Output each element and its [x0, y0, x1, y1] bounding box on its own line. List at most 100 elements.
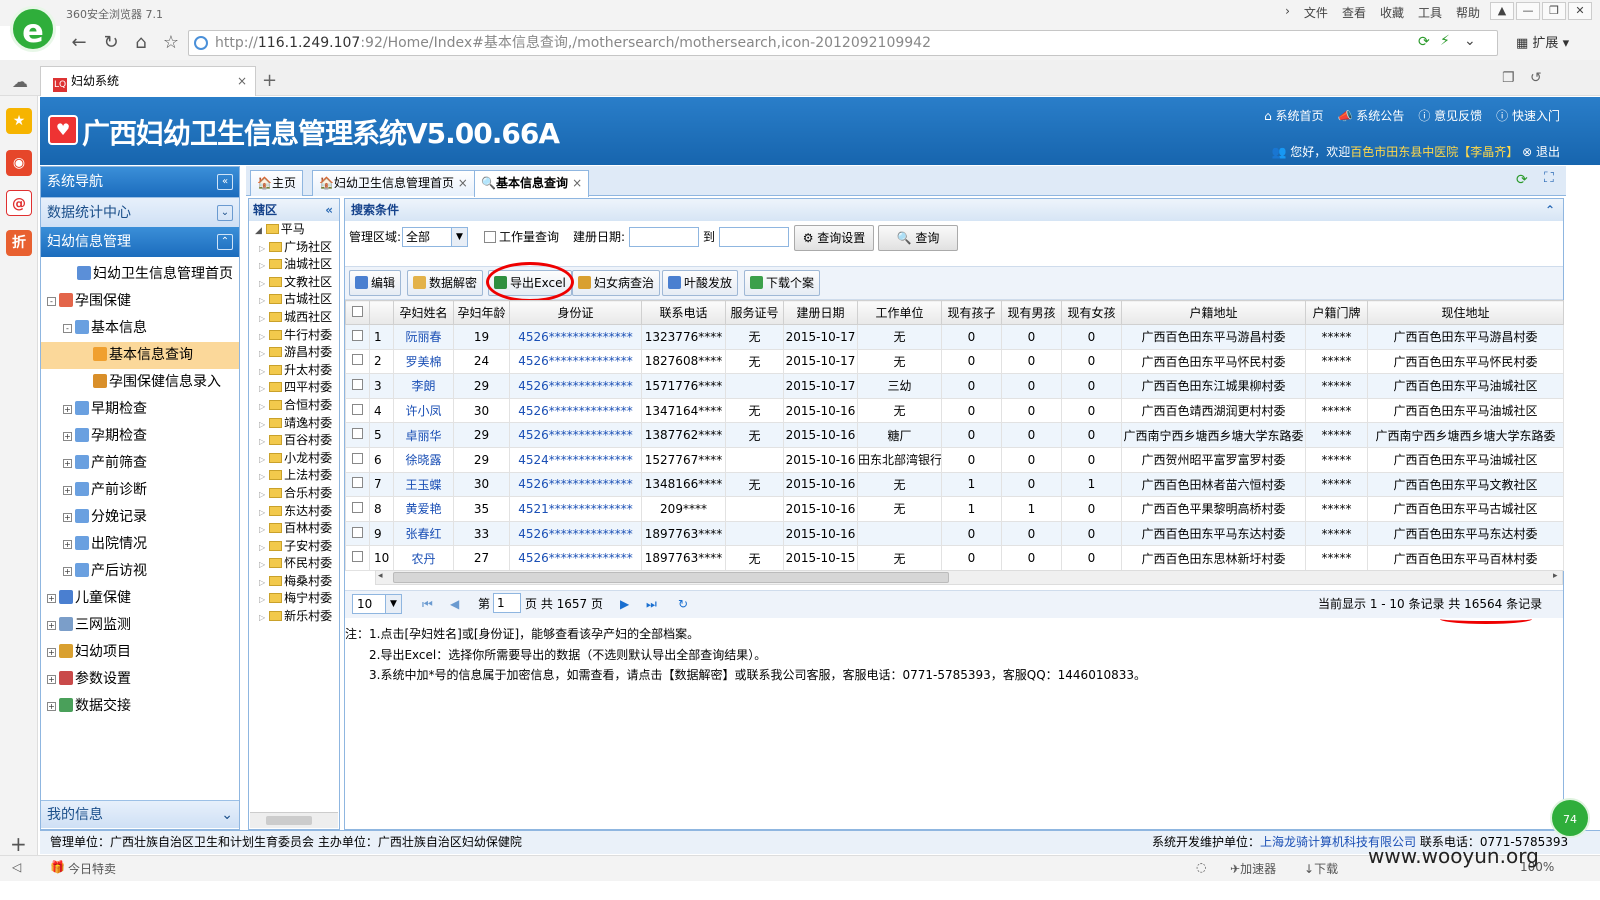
select-all-header[interactable]	[345, 300, 370, 325]
region-item[interactable]: ▷ 百谷村委	[249, 432, 339, 450]
region-item[interactable]: ▷ 文教社区	[249, 274, 339, 292]
scroll-right-icon[interactable]: ▸	[1553, 571, 1558, 581]
expand-icon[interactable]: ⌄	[217, 205, 233, 221]
link-feedback[interactable]: ⓘ 意见反馈	[1418, 107, 1482, 124]
fullscreen-icon[interactable]: ⛶	[1544, 170, 1554, 186]
home-icon[interactable]: ⌂	[130, 32, 152, 54]
nav-tree-item[interactable]: 孕围保健信息录入	[41, 369, 239, 396]
edit-button[interactable]: 编辑	[349, 270, 402, 296]
region-item[interactable]: ▷ 合乐村委	[249, 485, 339, 503]
menu-chevron-icon[interactable]: ›	[1285, 4, 1290, 21]
favorites-star-icon[interactable]: ★	[6, 108, 32, 134]
scroll-left-icon[interactable]: ◂	[378, 571, 383, 581]
table-cell[interactable]: 4526**************	[509, 520, 642, 547]
region-item[interactable]: ▷ 百林村委	[249, 520, 339, 538]
table-cell[interactable]: 卓丽华	[393, 422, 454, 448]
table-cell[interactable]: 4521**************	[509, 496, 642, 522]
close-tab-icon[interactable]: ×	[237, 67, 247, 95]
region-item[interactable]: ▷ 靖逸村委	[249, 415, 339, 433]
table-row[interactable]: 9 张春红 33 4526************** 1897763**** 2015-…	[345, 520, 1564, 547]
nav-tree-item[interactable]: + 三网监测	[41, 612, 239, 639]
download-status[interactable]: ↓下载	[1304, 860, 1338, 877]
speed-icon[interactable]: ◌	[1196, 860, 1206, 874]
decrypt-button[interactable]: 数据解密	[407, 270, 484, 296]
row-checkbox[interactable]	[352, 354, 363, 366]
browser-tab[interactable]: LQ 妇幼系统 ×	[40, 66, 256, 96]
table-row[interactable]: 3 李朗 29 4526************** 1571776**** 2015-1…	[345, 373, 1564, 399]
region-item[interactable]: ▷ 升太村委	[249, 362, 339, 380]
table-cell[interactable]: 4526**************	[509, 471, 642, 498]
table-cell[interactable]: 4526**************	[509, 545, 642, 571]
table-cell[interactable]: 黄爱艳	[393, 496, 454, 522]
table-row[interactable]: 8 黄爱艳 35 4521************** 209**** 2015-10-1…	[345, 496, 1564, 522]
table-cell[interactable]: 4526**************	[509, 397, 642, 424]
region-item[interactable]: ▷ 古城社区	[249, 291, 339, 309]
collapse-region-icon[interactable]: «	[325, 199, 333, 221]
table-row[interactable]: 4 许小凤 30 4526************** 1347164**** 无 2015…	[345, 397, 1564, 424]
area-select[interactable]: 全部 ▼	[402, 227, 468, 247]
row-checkbox[interactable]	[352, 329, 363, 341]
region-item[interactable]: ▷ 梅宁村委	[249, 590, 339, 608]
row-checkbox[interactable]	[352, 551, 363, 563]
query-settings-button[interactable]: ⚙ 查询设置	[794, 225, 874, 251]
column-header[interactable]: 现有女孩	[1061, 300, 1122, 325]
back-icon[interactable]: ←	[68, 32, 90, 54]
column-header[interactable]: 工作单位	[857, 300, 942, 325]
nav-tree-item[interactable]: + 出院情况	[41, 531, 239, 558]
table-row[interactable]: 2 罗美棉 24 4526************** 1827608**** 无 2015…	[345, 348, 1564, 375]
menu-file[interactable]: 文件	[1304, 4, 1328, 21]
column-header[interactable]: 现有男孩	[1001, 300, 1062, 325]
lightning-icon[interactable]: ⚡	[1440, 33, 1450, 49]
tab-list-icon[interactable]: ❐	[1502, 70, 1515, 86]
page-input[interactable]: 1	[493, 593, 521, 613]
minimize-button[interactable]: —	[1516, 2, 1540, 20]
query-button[interactable]: 🔍 查询	[878, 225, 958, 251]
prev-page-icon[interactable]: ◀	[450, 596, 459, 612]
table-cell[interactable]: 徐晓露	[393, 446, 454, 473]
region-item[interactable]: ▷ 牛行村委	[249, 327, 339, 345]
collapse-icon[interactable]: ⌃	[217, 234, 233, 250]
row-checkbox[interactable]	[352, 378, 363, 390]
collapse-nav-icon[interactable]: «	[217, 174, 233, 190]
dropdown-icon[interactable]: ⌄	[1464, 33, 1476, 49]
table-cell[interactable]: 许小凤	[393, 397, 454, 424]
scroll-thumb[interactable]	[393, 572, 949, 583]
table-row[interactable]: 5 卓丽华 29 4526************** 1387762**** 无 2015…	[345, 422, 1564, 448]
assistant-badge-icon[interactable]: 74	[1550, 798, 1590, 838]
weibo-icon[interactable]: ◉	[6, 150, 32, 176]
row-checkbox[interactable]	[352, 501, 363, 513]
table-cell[interactable]: 王玉蝶	[393, 471, 454, 498]
reload-icon[interactable]: ↻	[678, 596, 688, 612]
column-header[interactable]: 孕妇年龄	[453, 300, 510, 325]
link-notice[interactable]: 📣 系统公告	[1338, 107, 1405, 124]
table-cell[interactable]: 农丹	[393, 545, 454, 571]
nav-tree-item[interactable]: + 产后访视	[41, 558, 239, 585]
skin-icon[interactable]: ▲	[1490, 2, 1514, 20]
mail-icon[interactable]: @	[6, 190, 32, 216]
nav-tree-item[interactable]: + 早期检查	[41, 396, 239, 423]
column-header[interactable]: 现住地址	[1367, 300, 1564, 325]
gift-icon[interactable]: 🎁	[50, 860, 65, 874]
first-page-icon[interactable]: ⏮	[422, 596, 433, 612]
add-icon[interactable]: +	[10, 832, 27, 856]
cloud-icon[interactable]: ☁	[12, 72, 28, 91]
nav-tree-item[interactable]: 妇幼卫生信息管理首页	[41, 261, 239, 288]
nav-tree-item[interactable]: 基本信息查询	[41, 342, 239, 369]
nav-tree-item[interactable]: + 产前筛查	[41, 450, 239, 477]
nav-tree-item[interactable]: + 妇幼项目	[41, 639, 239, 666]
nav-tree-item[interactable]: + 孕期检查	[41, 423, 239, 450]
region-item[interactable]: ▷ 新乐村委	[249, 608, 339, 626]
menu-help[interactable]: 帮助	[1456, 4, 1480, 21]
region-item[interactable]: ▷ 东达村委	[249, 503, 339, 521]
nav-tree-item[interactable]: + 参数设置	[41, 666, 239, 693]
region-item[interactable]: ▷ 梅桑村委	[249, 573, 339, 591]
tab-mgmt-home[interactable]: 🏠妇幼卫生信息管理首页 ×	[312, 170, 475, 196]
date-to-input[interactable]	[719, 227, 789, 247]
column-header[interactable]: 户籍地址	[1121, 300, 1306, 325]
collapse-sidebar-icon[interactable]: ◁	[12, 860, 21, 874]
region-item[interactable]: ▷ 广场社区	[249, 239, 339, 257]
row-checkbox[interactable]	[352, 403, 363, 415]
next-page-icon[interactable]: ▶	[620, 596, 629, 612]
nav-tree-item[interactable]: - 孕围保健	[41, 288, 239, 315]
row-checkbox[interactable]	[352, 526, 363, 538]
